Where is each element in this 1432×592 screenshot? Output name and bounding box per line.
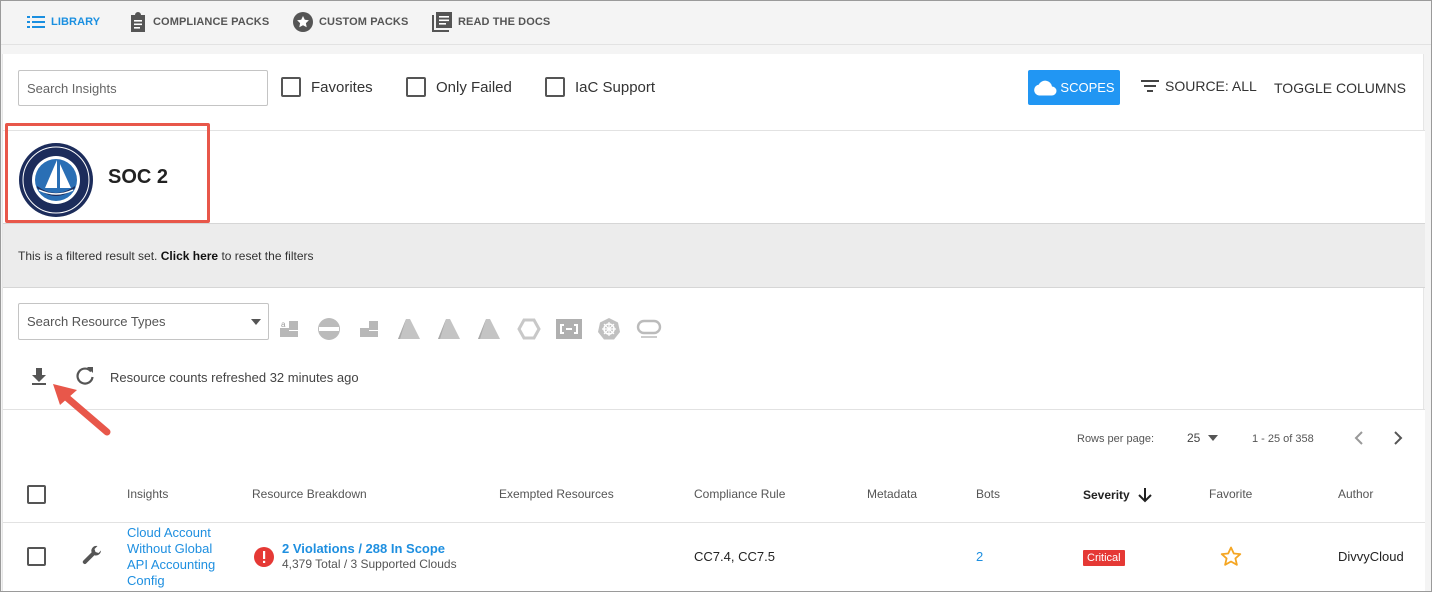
oracle-icon[interactable] — [636, 316, 662, 342]
only-failed-label: Only Failed — [436, 78, 512, 96]
tab-read-the-docs-label: READ THE DOCS — [458, 16, 551, 28]
favorites-checkbox-box[interactable] — [281, 77, 301, 97]
author-cell: DivvyCloud — [1338, 549, 1404, 564]
rows-per-page-select[interactable]: 25 — [1187, 431, 1219, 445]
toggle-columns-button[interactable]: TOGGLE COLUMNS — [1274, 80, 1406, 96]
app-window: LIBRARY COMPLIANCE PACKS CUSTOM PACKS RE… — [0, 0, 1432, 592]
iac-support-checkbox[interactable]: IaC Support — [545, 77, 655, 97]
bots-count-link[interactable]: 2 — [976, 549, 983, 564]
filter-lines-icon — [1141, 80, 1159, 92]
rows-per-page-value: 25 — [1187, 431, 1201, 445]
violations-link[interactable]: 2 Violations / 288 In Scope — [282, 541, 445, 556]
download-icon[interactable] — [28, 365, 50, 387]
rows-per-page-label: Rows per page: — [1077, 433, 1155, 445]
tab-custom-packs[interactable]: CUSTOM PACKS — [293, 11, 408, 33]
refresh-icon[interactable] — [74, 365, 96, 387]
alert-icon — [254, 547, 274, 567]
star-outline-icon[interactable] — [1219, 545, 1243, 569]
tab-compliance-packs[interactable]: COMPLIANCE PACKS — [129, 11, 269, 33]
list-icon — [27, 16, 45, 28]
star-circle-icon — [293, 12, 313, 32]
compliance-rule-cell: CC7.4, CC7.5 — [694, 549, 775, 564]
chevron-left-icon — [1354, 431, 1363, 445]
favorites-label: Favorites — [311, 78, 373, 96]
column-header-resource-breakdown[interactable]: Resource Breakdown — [252, 487, 367, 501]
column-header-exempted-resources[interactable]: Exempted Resources — [499, 487, 614, 501]
insights-table: Rows per page: 25 1 - 25 of 358 Insights… — [3, 409, 1425, 591]
column-header-favorite[interactable]: Favorite — [1209, 487, 1252, 501]
arrow-down-icon — [1137, 488, 1152, 503]
row-checkbox[interactable] — [27, 547, 46, 566]
column-header-severity-label: Severity — [1083, 488, 1130, 502]
iac-support-label: IaC Support — [575, 78, 656, 96]
favorites-checkbox[interactable]: Favorites — [281, 77, 373, 97]
pack-title: SOC 2 — [108, 166, 169, 188]
previous-page-button[interactable] — [1348, 427, 1370, 449]
soc2-seal-logo — [19, 143, 93, 217]
azure-gov-icon[interactable] — [436, 316, 462, 342]
table-row: Cloud Account Without Global API Account… — [3, 523, 1425, 591]
aws-china-icon[interactable] — [356, 316, 382, 342]
gcp-icon[interactable] — [516, 316, 542, 342]
column-header-compliance-rule[interactable]: Compliance Rule — [694, 487, 785, 501]
tab-custom-packs-label: CUSTOM PACKS — [319, 16, 409, 28]
resource-totals: 4,379 Total / 3 Supported Clouds — [282, 557, 457, 571]
refresh-status-text: Resource counts refreshed 32 minutes ago — [110, 370, 359, 385]
source-filter-label: SOURCE: ALL — [1165, 78, 1257, 94]
cloud-filter-icons: a — [276, 316, 676, 342]
azure-china-icon[interactable] — [476, 316, 502, 342]
resource-actions: Resource counts refreshed 32 minutes ago — [3, 359, 1425, 409]
filter-notice-prefix: This is a filtered result set. — [18, 249, 158, 263]
source-filter-button[interactable]: SOURCE: ALL — [1141, 78, 1257, 94]
kubernetes-icon[interactable] — [596, 316, 622, 342]
svg-text:a: a — [281, 320, 286, 329]
wrench-icon — [82, 545, 101, 564]
search-insights-input[interactable] — [18, 70, 268, 106]
column-header-author[interactable]: Author — [1338, 487, 1373, 501]
column-header-bots[interactable]: Bots — [976, 487, 1000, 501]
library-books-icon — [432, 12, 452, 32]
scopes-label: SCOPES — [1060, 80, 1115, 95]
resource-types-select[interactable]: Search Resource Types — [18, 303, 269, 340]
tab-library[interactable]: LIBRARY — [27, 11, 100, 33]
pagination-range: 1 - 25 of 358 — [1252, 433, 1314, 445]
filter-notice: This is a filtered result set. Click her… — [18, 249, 314, 263]
library-panel: Favorites Only Failed IaC Support SCOPES… — [2, 54, 1425, 591]
top-nav: LIBRARY COMPLIANCE PACKS CUSTOM PACKS RE… — [1, 1, 1431, 45]
aws-icon[interactable]: a — [276, 316, 302, 342]
severity-badge: Critical — [1083, 550, 1125, 566]
azure-icon[interactable] — [396, 316, 422, 342]
reset-filters-link[interactable]: Click here — [161, 249, 218, 263]
aws-govcloud-icon[interactable] — [316, 316, 342, 342]
pack-header: SOC 2 — [3, 130, 1425, 223]
select-all-checkbox[interactable] — [27, 485, 46, 504]
only-failed-checkbox-box[interactable] — [406, 77, 426, 97]
scopes-button[interactable]: SCOPES — [1028, 70, 1120, 105]
filter-notice-suffix: to reset the filters — [221, 249, 314, 263]
clipboard-icon — [131, 12, 145, 32]
resource-types-placeholder: Search Resource Types — [27, 314, 166, 329]
column-header-metadata[interactable]: Metadata — [867, 487, 917, 501]
next-page-button[interactable] — [1387, 427, 1409, 449]
chevron-down-icon — [1208, 435, 1219, 441]
alibaba-cloud-icon[interactable] — [556, 316, 582, 342]
filter-notice-bar: This is a filtered result set. Click her… — [3, 223, 1425, 288]
only-failed-checkbox[interactable]: Only Failed — [406, 77, 512, 97]
insight-link[interactable]: Cloud Account Without Global API Account… — [127, 525, 227, 589]
chevron-down-icon — [251, 319, 261, 325]
tab-read-the-docs[interactable]: READ THE DOCS — [432, 11, 550, 33]
cloud-icon — [1034, 80, 1057, 95]
chevron-right-icon — [1394, 431, 1403, 445]
column-header-severity[interactable]: Severity — [1083, 487, 1152, 503]
iac-support-checkbox-box[interactable] — [545, 77, 565, 97]
tab-library-label: LIBRARY — [51, 16, 101, 28]
tab-compliance-packs-label: COMPLIANCE PACKS — [153, 16, 270, 28]
column-header-insights[interactable]: Insights — [127, 487, 168, 501]
